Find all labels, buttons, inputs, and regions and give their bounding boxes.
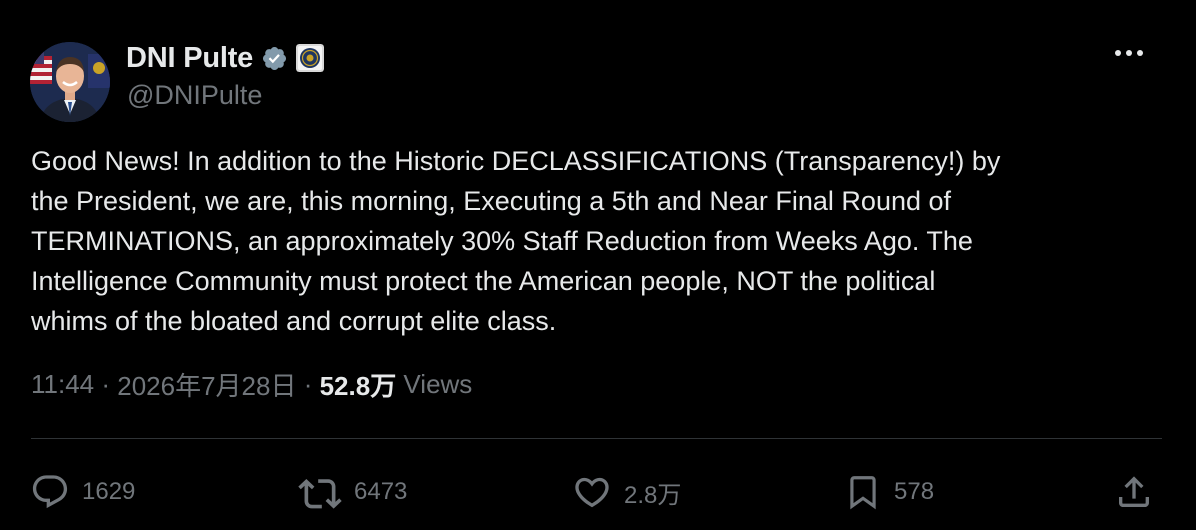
author-display-name[interactable]: DNI Pulte (126, 42, 253, 75)
post-card: DNI Pulte @DNIPulte Good News! In additi… (0, 0, 1196, 530)
share-button[interactable] (1114, 470, 1154, 514)
views-label: Views (396, 369, 473, 399)
divider (31, 438, 1162, 439)
government-seal-icon[interactable] (296, 44, 325, 72)
reply-icon (32, 475, 68, 509)
like-button[interactable]: 2.8万 (572, 470, 681, 514)
bookmark-icon (850, 476, 876, 510)
heart-icon (575, 477, 609, 508)
avatar[interactable] (30, 42, 110, 122)
bookmark-count: 578 (894, 478, 935, 505)
meta-separator: · (296, 369, 320, 399)
post-meta: 11:44 · 2026年7月28日 · 52.8万 Views (31, 366, 472, 403)
author-row: DNI Pulte (126, 40, 325, 76)
reply-count: 1629 (82, 478, 136, 505)
verified-check-icon[interactable] (261, 45, 288, 72)
bookmark-button[interactable]: 578 (844, 470, 934, 514)
more-horizontal-icon[interactable] (1112, 44, 1148, 64)
repost-button[interactable]: 6473 (298, 470, 407, 514)
views-count: 52.8万 (319, 371, 397, 401)
post-date[interactable]: 2026年7月28日 (117, 366, 296, 403)
avatar-image (30, 42, 110, 122)
author-handle[interactable]: @DNIPulte (127, 80, 262, 111)
post-time[interactable]: 11:44 (31, 369, 94, 400)
like-count: 2.8万 (624, 481, 682, 509)
repost-count: 6473 (354, 478, 408, 505)
meta-separator: · (94, 369, 118, 399)
repost-icon (298, 479, 342, 509)
share-icon (1119, 476, 1149, 507)
reply-button[interactable]: 1629 (30, 470, 135, 514)
post-text: Good News! In addition to the Historic D… (31, 146, 1001, 336)
